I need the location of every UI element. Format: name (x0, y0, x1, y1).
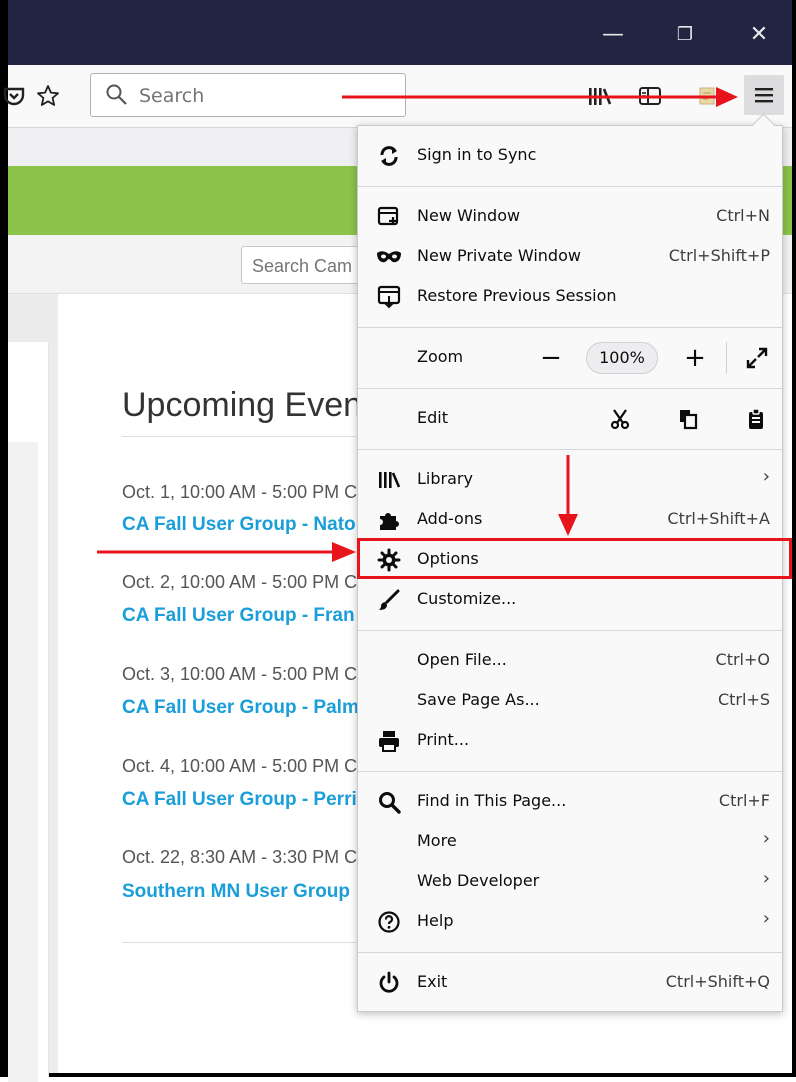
annotation-arrows (97, 87, 738, 562)
arrow-to-menu-button (342, 87, 738, 107)
arrow-right-to-options (97, 542, 356, 562)
arrow-down-to-options (558, 455, 578, 536)
